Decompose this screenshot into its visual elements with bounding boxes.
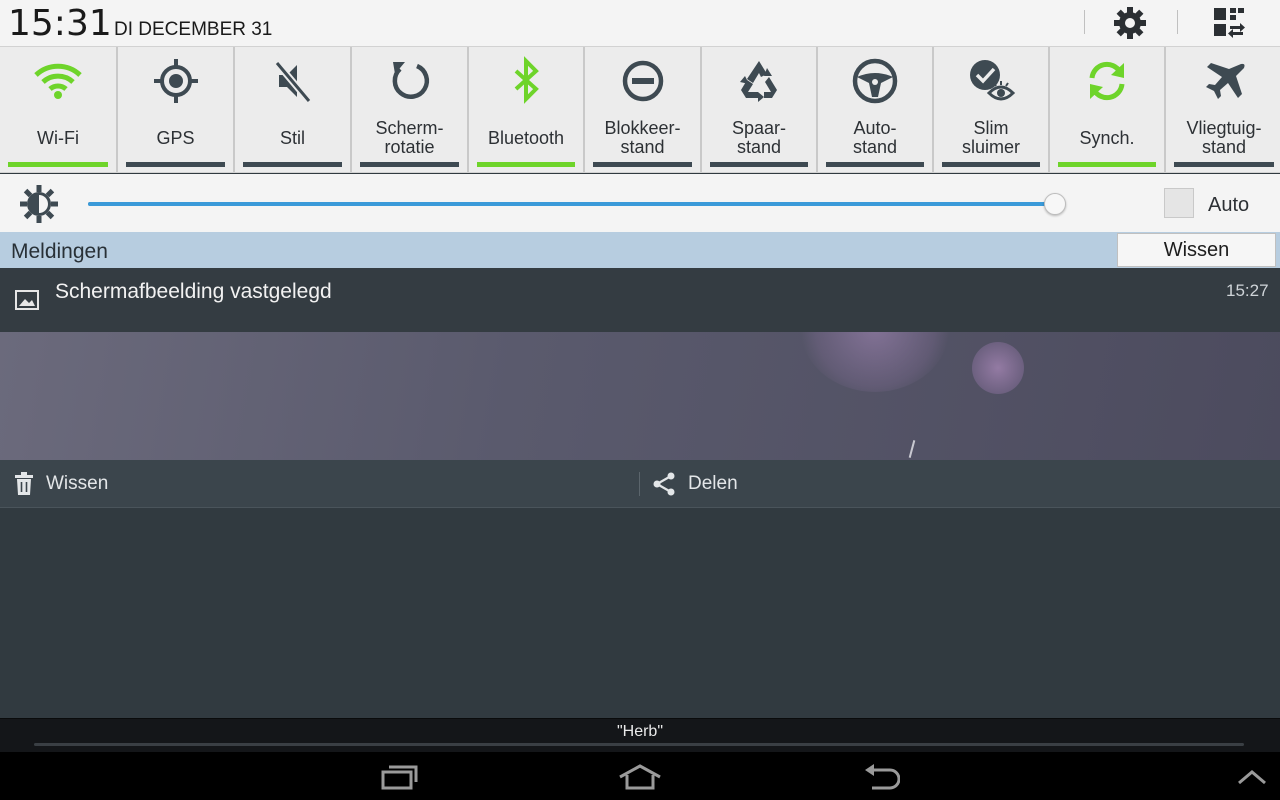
share-action-label: Delen — [688, 473, 738, 494]
image-icon — [15, 290, 39, 315]
chevron-up-icon — [1238, 770, 1266, 785]
home-button[interactable] — [610, 760, 670, 794]
toggle-indicator — [826, 162, 924, 167]
toggle-label: Stil — [279, 128, 305, 148]
clear-notifications-button[interactable]: Wissen — [1117, 233, 1276, 267]
screenshot-preview[interactable] — [0, 332, 1280, 460]
gear-icon — [1114, 7, 1146, 39]
toggle-wifi[interactable]: Wi-Fi — [0, 47, 118, 172]
toggle-indicator — [8, 162, 108, 167]
rotate-icon — [392, 62, 429, 99]
toggle-screen-rotation[interactable]: Scherm- rotatie — [352, 47, 469, 172]
edit-toggles-button[interactable] — [1209, 4, 1249, 42]
toggle-indicator — [477, 162, 575, 167]
toggle-label: Auto- stand — [852, 118, 898, 157]
settings-button[interactable] — [1110, 4, 1150, 42]
toggle-airplane-mode[interactable]: Vliegtuig- stand — [1166, 47, 1280, 172]
toggle-gps[interactable]: GPS — [118, 47, 235, 172]
toggle-indicator — [1174, 162, 1274, 167]
brightness-icon — [18, 183, 60, 230]
handle-line — [34, 743, 1244, 746]
toggle-smart-stay[interactable]: Slim sluimer — [934, 47, 1050, 172]
header-divider — [1177, 10, 1178, 34]
brightness-slider-fill — [88, 202, 1056, 206]
toggle-indicator — [360, 162, 459, 167]
toggle-car-mode[interactable]: Auto- stand — [818, 47, 934, 172]
recycle-icon — [740, 61, 777, 102]
toggle-label: Bluetooth — [487, 128, 565, 148]
auto-brightness-label: Auto — [1208, 194, 1250, 216]
recent-apps-button[interactable] — [370, 760, 430, 794]
brightness-slider-thumb[interactable] — [1044, 193, 1067, 215]
toggle-label: GPS — [156, 128, 195, 148]
sync-icon — [1089, 61, 1125, 101]
home-icon — [619, 764, 661, 790]
mute-icon — [273, 60, 312, 104]
notification-empty-area — [0, 509, 1280, 719]
toggle-label: Vliegtuig- stand — [1186, 118, 1262, 157]
expand-button[interactable] — [1222, 760, 1280, 794]
airplane-icon — [1206, 63, 1245, 99]
toggle-label: Synch. — [1079, 128, 1135, 148]
toggle-blocking-mode[interactable]: Blokkeer- stand — [585, 47, 702, 172]
preview-bokeh — [800, 332, 950, 392]
brightness-slider[interactable] — [88, 202, 1058, 206]
recent-apps-icon — [381, 765, 418, 790]
notification-screenshot[interactable]: Schermafbeelding vastgelegd 15:27 — [0, 268, 1280, 332]
bluetooth-icon — [514, 56, 539, 104]
gps-icon — [153, 59, 198, 103]
preview-streak — [908, 440, 916, 458]
toggle-label: Blokkeer- stand — [604, 118, 681, 157]
block-icon — [622, 60, 663, 102]
delete-action-button[interactable]: Wissen — [14, 460, 108, 508]
share-icon — [653, 472, 675, 496]
toggle-indicator — [1058, 162, 1156, 167]
brightness-panel: Auto — [0, 174, 1280, 232]
edit-toggles-icon — [1214, 8, 1245, 38]
notification-title: Schermafbeelding vastgelegd — [55, 280, 332, 303]
toggle-label: Slim sluimer — [961, 118, 1020, 157]
delete-action-label: Wissen — [46, 473, 109, 494]
header-divider — [1084, 10, 1085, 34]
trash-icon — [15, 472, 33, 495]
clock: 15:31 — [8, 3, 112, 44]
notifications-header: Meldingen Wissen — [0, 232, 1280, 268]
toggle-bluetooth[interactable]: Bluetooth — [469, 47, 585, 172]
status-header: 15:31 DI DECEMBER 31 — [0, 0, 1280, 46]
toggle-label: Wi-Fi — [37, 128, 79, 148]
notification-time: 15:27 — [1226, 281, 1269, 300]
toggle-indicator — [243, 162, 342, 167]
toggle-indicator — [126, 162, 225, 167]
steering-wheel-icon — [852, 58, 898, 104]
date: DI DECEMBER 31 — [114, 19, 273, 40]
quick-settings-panel: Wi-Fi GPS Stil Scherm- rotatie Bluetooth… — [0, 46, 1280, 173]
action-divider — [639, 472, 640, 496]
toggle-indicator — [710, 162, 808, 167]
toggle-indicator — [593, 162, 692, 167]
back-button[interactable] — [851, 760, 911, 794]
notifications-title: Meldingen — [11, 240, 108, 263]
carrier-label: "Herb" — [616, 723, 664, 740]
toggle-label: Scherm- rotatie — [375, 118, 444, 157]
smart-stay-icon — [970, 60, 1016, 101]
toggle-sync[interactable]: Synch. — [1050, 47, 1166, 172]
toggle-indicator — [942, 162, 1040, 167]
toggle-label: Spaar- stand — [731, 118, 787, 157]
share-action-button[interactable]: Delen — [652, 460, 738, 508]
back-icon — [865, 764, 900, 790]
auto-brightness-checkbox[interactable] — [1164, 188, 1194, 218]
toggle-power-saving[interactable]: Spaar- stand — [702, 47, 818, 172]
panel-handle[interactable]: "Herb" — [0, 718, 1280, 752]
wifi-icon — [34, 63, 82, 99]
preview-bokeh — [972, 342, 1024, 394]
navigation-bar — [0, 752, 1280, 800]
notification-actions: Wissen Delen — [0, 460, 1280, 508]
toggle-silent[interactable]: Stil — [235, 47, 352, 172]
